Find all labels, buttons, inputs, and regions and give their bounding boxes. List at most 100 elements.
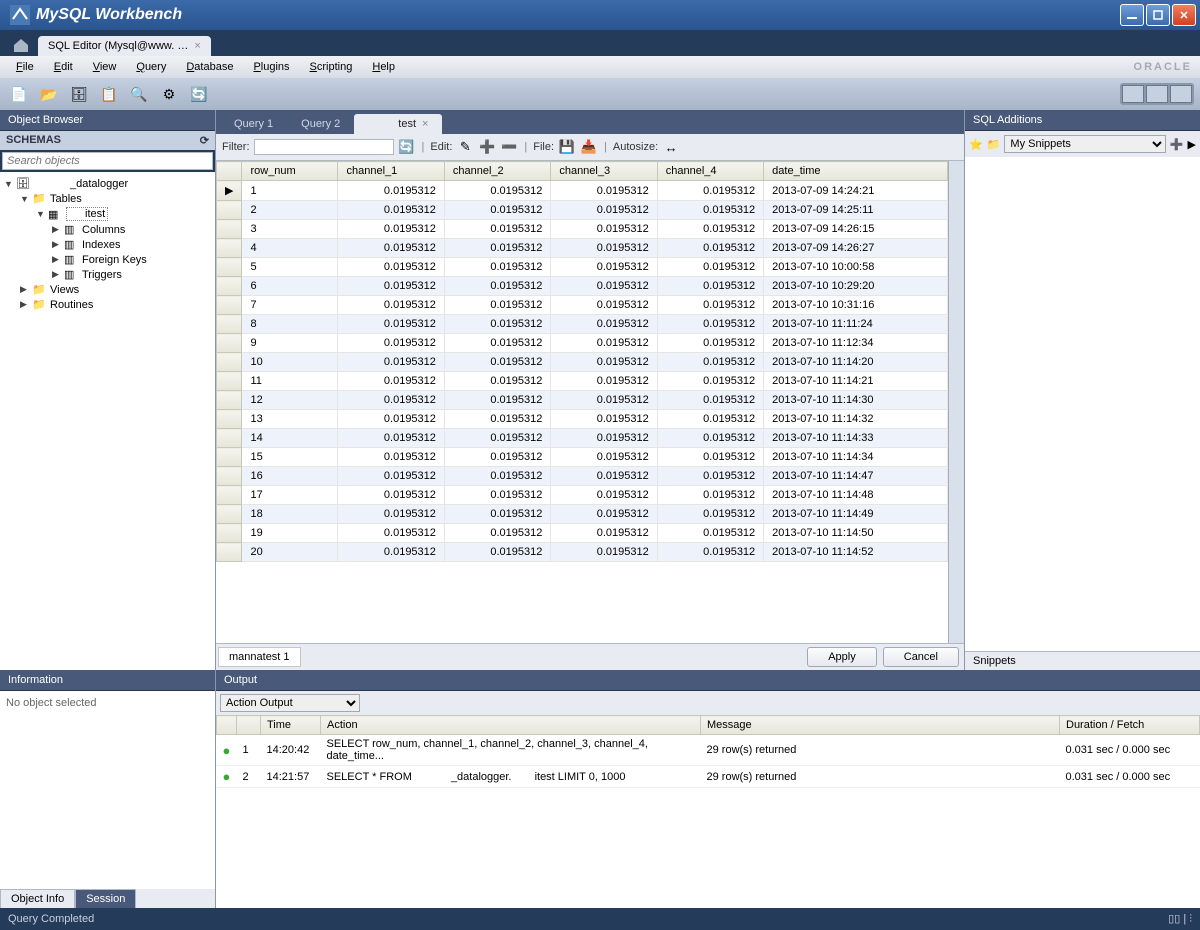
table-row[interactable]: 20.01953120.01953120.01953120.0195312201… [217, 201, 948, 220]
menu-database[interactable]: Database [178, 59, 241, 75]
close-icon[interactable]: × [194, 40, 200, 52]
table-row[interactable]: 50.01953120.01953120.01953120.0195312201… [217, 258, 948, 277]
tree-routines[interactable]: ▶📁Routines [4, 297, 211, 312]
refresh-icon[interactable]: ⟳ [200, 134, 209, 147]
menu-plugins[interactable]: Plugins [245, 59, 297, 75]
file-label: File: [533, 141, 554, 153]
menu-file[interactable]: File [8, 59, 42, 75]
minimize-button[interactable] [1120, 4, 1144, 26]
snippets-tab[interactable]: Snippets [965, 651, 1200, 670]
add-schema-icon[interactable]: 🗄 [66, 81, 92, 107]
table-row[interactable]: 170.01953120.01953120.01953120.019531220… [217, 486, 948, 505]
menu-help[interactable]: Help [364, 59, 403, 75]
schemas-label: SCHEMAS [6, 134, 61, 147]
add-table-icon[interactable]: 📋 [96, 81, 122, 107]
scrollbar[interactable] [948, 161, 964, 643]
star-icon[interactable]: ⭐ [969, 138, 983, 151]
table-row[interactable]: ▶10.01953120.01953120.01953120.019531220… [217, 181, 948, 201]
menu-edit[interactable]: Edit [46, 59, 81, 75]
tree-tables[interactable]: ▼📁Tables [4, 191, 211, 206]
tree-schema[interactable]: ▼🗄 _datalogger [4, 176, 211, 191]
delete-row-icon[interactable]: ➖ [500, 138, 518, 156]
close-icon[interactable]: × [422, 118, 428, 130]
status-text: Query Completed [8, 913, 94, 925]
insert-row-icon[interactable]: ➕ [478, 138, 496, 156]
table-row[interactable]: 40.01953120.01953120.01953120.0195312201… [217, 239, 948, 258]
editor-tabs: SQL Editor (Mysql@www. … × [0, 30, 1200, 56]
add-snippet-icon[interactable]: ➕ [1170, 138, 1184, 151]
table-row[interactable]: 80.01953120.01953120.01953120.0195312201… [217, 315, 948, 334]
query-tab-1[interactable]: Query 1 [220, 114, 287, 134]
query-tab-2[interactable]: Query 2 [287, 114, 354, 134]
toggle-right-panel-icon[interactable] [1170, 85, 1192, 103]
snippets-select[interactable]: My Snippets [1004, 135, 1165, 153]
run-snippet-icon[interactable]: ▶ [1188, 138, 1196, 151]
cancel-button[interactable]: Cancel [883, 647, 959, 667]
table-row[interactable]: 90.01953120.01953120.01953120.0195312201… [217, 334, 948, 353]
brand-label: ORACLE [1134, 61, 1192, 73]
toggle-bottom-panel-icon[interactable] [1146, 85, 1168, 103]
result-grid[interactable]: row_numchannel_1channel_2channel_3channe… [216, 161, 948, 643]
maximize-button[interactable] [1146, 4, 1170, 26]
table-row[interactable]: 150.01953120.01953120.01953120.019531220… [217, 448, 948, 467]
table-row[interactable]: 60.01953120.01953120.01953120.0195312201… [217, 277, 948, 296]
tree-foreign-keys[interactable]: ▶▥Foreign Keys [4, 252, 211, 267]
menu-view[interactable]: View [85, 59, 125, 75]
close-button[interactable]: ✕ [1172, 4, 1196, 26]
schema-tree: ▼🗄 _datalogger ▼📁Tables ▼▦ itest ▶▥Colum… [0, 172, 215, 670]
refresh-icon[interactable]: 🔄 [398, 138, 416, 156]
window-title: MySQL Workbench [36, 6, 1120, 24]
table-row[interactable]: 30.01953120.01953120.01953120.0195312201… [217, 220, 948, 239]
autosize-icon[interactable]: ↔ [662, 138, 680, 156]
output-grid[interactable]: Time Action Message Duration / Fetch ●11… [216, 715, 1200, 908]
output-row[interactable]: ●214:21:57SELECT * FROM _datalogger. ite… [217, 766, 1200, 788]
query-tab-active[interactable]: test× [354, 114, 442, 134]
add-view-icon[interactable]: 🔍 [126, 81, 152, 107]
tree-views[interactable]: ▶📁Views [4, 282, 211, 297]
output-row[interactable]: ●114:20:42SELECT row_num, channel_1, cha… [217, 735, 1200, 766]
add-routine-icon[interactable]: ⚙ [156, 81, 182, 107]
editor-tab[interactable]: SQL Editor (Mysql@www. … × [38, 36, 211, 56]
menu-scripting[interactable]: Scripting [302, 59, 361, 75]
table-row[interactable]: 130.01953120.01953120.01953120.019531220… [217, 410, 948, 429]
new-sql-tab-icon[interactable]: 📄 [6, 81, 32, 107]
col-message: Message [701, 716, 1060, 735]
table-row[interactable]: 110.01953120.01953120.01953120.019531220… [217, 372, 948, 391]
table-row[interactable]: 200.01953120.01953120.01953120.019531220… [217, 543, 948, 562]
folder-icon[interactable]: 📁 [987, 138, 1001, 151]
search-objects-input[interactable] [2, 152, 213, 170]
table-row[interactable]: 70.01953120.01953120.01953120.0195312201… [217, 296, 948, 315]
table-row[interactable]: 100.01953120.01953120.01953120.019531220… [217, 353, 948, 372]
tab-label: SQL Editor (Mysql@www. … [48, 40, 188, 52]
result-tabs: mannatest 1 Apply Cancel [216, 643, 964, 670]
table-row[interactable]: 140.01953120.01953120.01953120.019531220… [217, 429, 948, 448]
tree-triggers[interactable]: ▶▥Triggers [4, 267, 211, 282]
result-tab[interactable]: mannatest 1 [218, 647, 301, 667]
table-row[interactable]: 190.01953120.01953120.01953120.019531220… [217, 524, 948, 543]
filter-toolbar: Filter: 🔄 | Edit: ✎ ➕ ➖ | File: 💾 📥 | Au… [216, 134, 964, 161]
object-info-tab[interactable]: Object Info [0, 889, 75, 908]
tree-indexes[interactable]: ▶▥Indexes [4, 237, 211, 252]
table-row[interactable]: 180.01953120.01953120.01953120.019531220… [217, 505, 948, 524]
tree-columns[interactable]: ▶▥Columns [4, 222, 211, 237]
tree-table[interactable]: ▼▦ itest [4, 206, 211, 222]
edit-icon[interactable]: ✎ [456, 138, 474, 156]
import-icon[interactable]: 📥 [580, 138, 598, 156]
table-row[interactable]: 120.01953120.01953120.01953120.019531220… [217, 391, 948, 410]
output-type-select[interactable]: Action Output [220, 694, 360, 712]
reconnect-icon[interactable]: 🔄 [186, 81, 212, 107]
export-icon[interactable]: 💾 [558, 138, 576, 156]
apply-button[interactable]: Apply [807, 647, 877, 667]
session-tab[interactable]: Session [75, 889, 136, 908]
sql-additions-header: SQL Additions [965, 110, 1200, 131]
toggle-left-panel-icon[interactable] [1122, 85, 1144, 103]
open-sql-icon[interactable]: 📂 [36, 81, 62, 107]
app-icon [10, 5, 30, 25]
filter-input[interactable] [254, 139, 394, 155]
filter-label: Filter: [222, 141, 250, 153]
menu-query[interactable]: Query [128, 59, 174, 75]
titlebar: MySQL Workbench ✕ [0, 0, 1200, 30]
table-row[interactable]: 160.01953120.01953120.01953120.019531220… [217, 467, 948, 486]
home-icon[interactable] [8, 34, 34, 56]
col-time: Time [261, 716, 321, 735]
